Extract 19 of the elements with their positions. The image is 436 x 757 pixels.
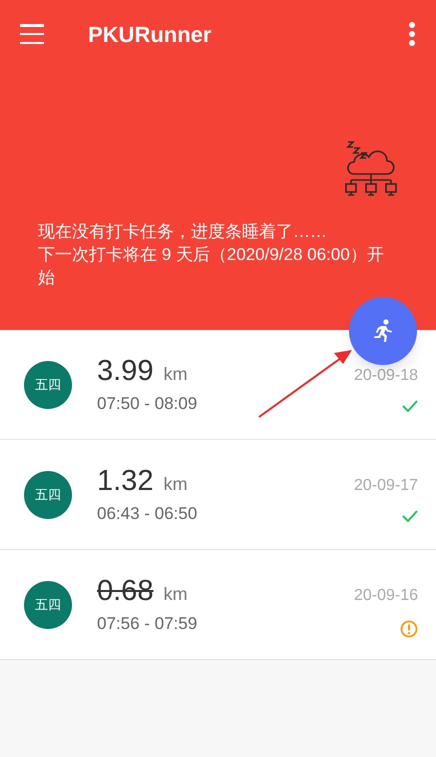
distance-unit: km xyxy=(163,362,188,386)
record-date: 20-09-17 xyxy=(354,476,418,496)
distance-value: 1.32 xyxy=(97,464,154,499)
time-range: 06:43 - 06:50 xyxy=(97,502,198,525)
more-options-icon[interactable] xyxy=(408,22,416,46)
running-person-icon xyxy=(372,319,394,343)
time-range: 07:56 - 07:59 xyxy=(97,612,198,635)
app-title: PKURunner xyxy=(88,20,212,48)
distance-value: 0.68 xyxy=(97,574,154,609)
record-date: 20-09-16 xyxy=(354,586,418,606)
distance-value: 3.99 xyxy=(97,354,154,389)
menu-icon[interactable] xyxy=(20,24,44,44)
distance-unit: km xyxy=(163,582,188,606)
time-range: 07:50 - 08:09 xyxy=(97,392,198,415)
run-record-row[interactable]: 五四 0.68 km 07:56 - 07:59 20-09-16 xyxy=(0,550,436,660)
run-record-row[interactable]: 五四 1.32 km 06:43 - 06:50 20-09-17 xyxy=(0,440,436,550)
status-message: 现在没有打卡任务，进度条睡着了…… 下一次打卡将在 9 天后（2020/9/28 06:00）开始 xyxy=(37,221,385,289)
distance-unit: km xyxy=(163,472,188,496)
record-date: 20-09-18 xyxy=(354,366,418,386)
